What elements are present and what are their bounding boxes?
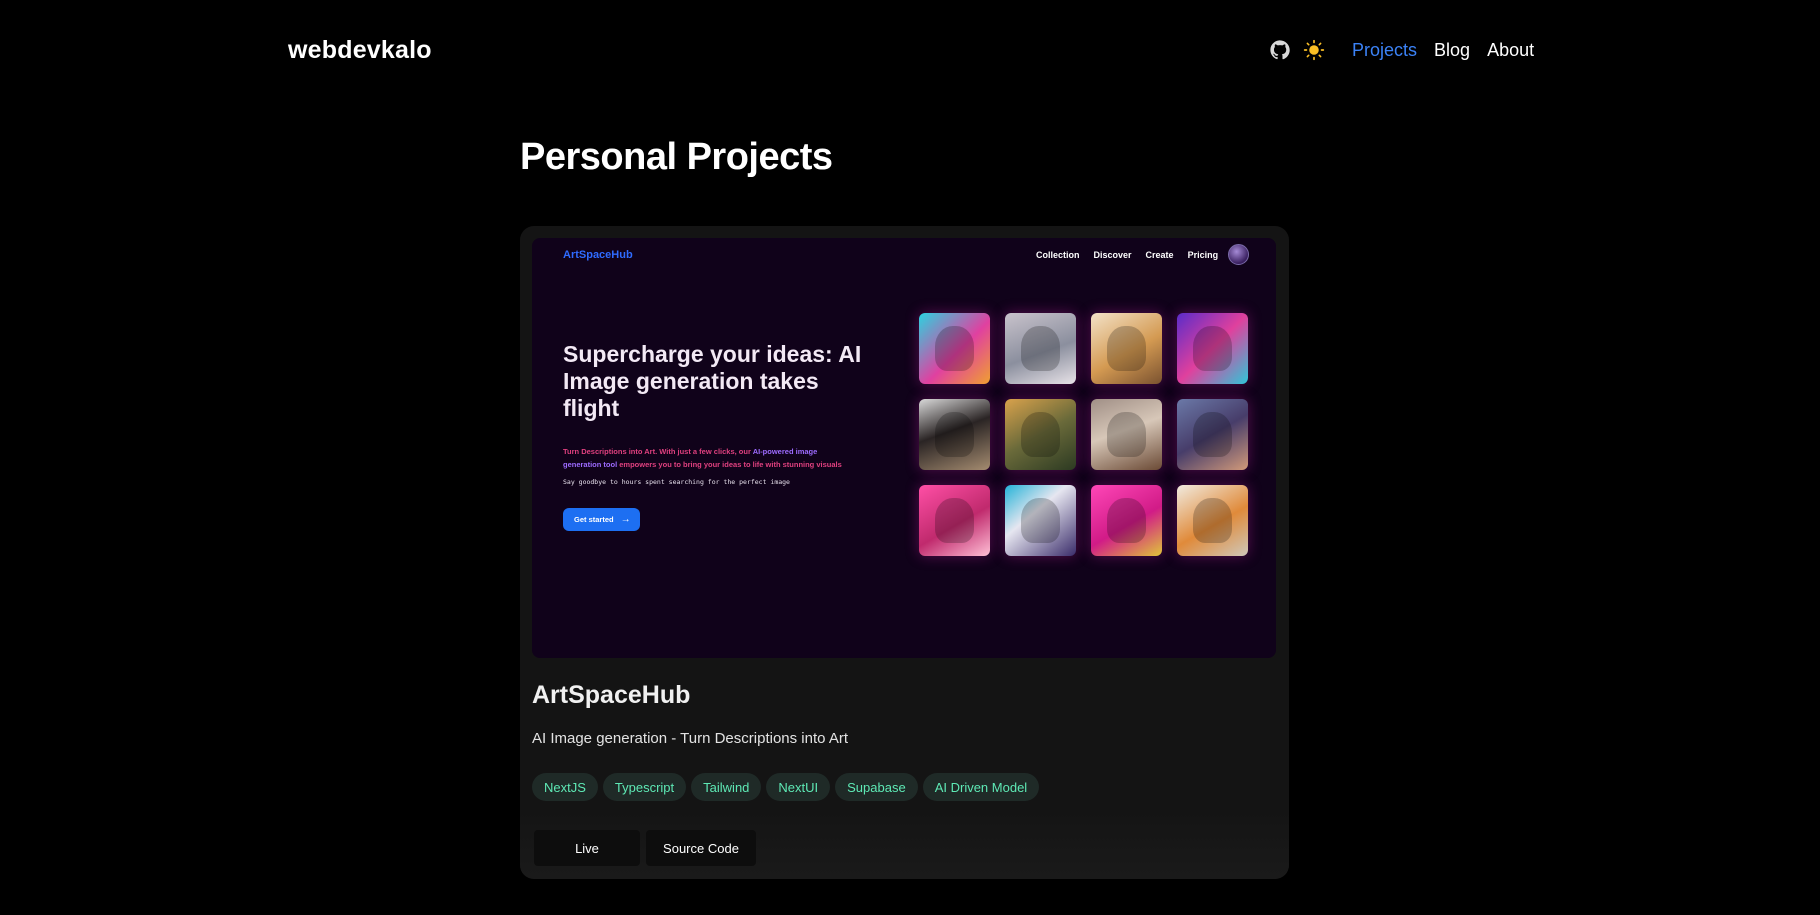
github-icon[interactable] (1268, 38, 1292, 62)
preview-nav-discover: Discover (1093, 250, 1132, 260)
preview-artwork-tile (919, 313, 990, 384)
preview-description: Turn Descriptions into Art. With just a … (563, 445, 853, 471)
preview-artwork-tile (919, 399, 990, 470)
project-preview-image: ArtSpaceHub Collection Discover Create P… (532, 238, 1276, 658)
preview-desc-part3: empowers you to bring your ideas to life… (617, 460, 842, 469)
preview-nav-collection: Collection (1036, 250, 1080, 260)
preview-nav-create: Create (1145, 250, 1174, 260)
sun-icon[interactable] (1302, 38, 1326, 62)
top-navbar: webdevkalo Projects Blog About (0, 0, 1820, 100)
nav-link-blog[interactable]: Blog (1434, 40, 1470, 61)
preview-cta-label: Get started (574, 515, 614, 524)
tag-tailwind: Tailwind (691, 773, 762, 801)
preview-hero-heading: Supercharge your ideas: AI Image generat… (563, 341, 862, 421)
site-logo[interactable]: webdevkalo (288, 36, 432, 65)
nav-link-about[interactable]: About (1487, 40, 1534, 61)
nav-links: Projects Blog About (1352, 40, 1551, 61)
live-button[interactable]: Live (534, 830, 640, 866)
preview-desc-part1: Turn Descriptions into Art. With just a … (563, 447, 753, 456)
preview-artwork-tile (1005, 399, 1076, 470)
github-icon-svg (1270, 40, 1290, 60)
preview-artwork-tile (1005, 485, 1076, 556)
tag-supabase: Supabase (835, 773, 918, 801)
sun-icon-svg (1303, 39, 1325, 61)
preview-nav-pricing: Pricing (1187, 250, 1219, 260)
tag-nextui: NextUI (766, 773, 831, 801)
preview-artwork-tile (1177, 313, 1248, 384)
tech-tags: NextJS Typescript Tailwind NextUI Supaba… (532, 773, 1044, 801)
nav-right: Projects Blog About (1268, 38, 1551, 62)
preview-get-started-button: Get started → (563, 508, 640, 531)
preview-artwork-tile (1005, 313, 1076, 384)
preview-artwork-tile (1091, 399, 1162, 470)
preview-image-grid (919, 313, 1248, 556)
project-title: ArtSpaceHub (532, 681, 691, 709)
preview-artwork-tile (1091, 485, 1162, 556)
arrow-right-icon: → (620, 514, 631, 525)
preview-avatar (1228, 244, 1249, 265)
project-description: AI Image generation - Turn Descriptions … (532, 730, 848, 747)
tag-typescript: Typescript (602, 773, 687, 801)
preview-logo: ArtSpaceHub (563, 249, 633, 261)
preview-tagline: Say goodbye to hours spent searching for… (563, 478, 790, 486)
preview-artwork-tile (1177, 399, 1248, 470)
preview-artwork-tile (919, 485, 990, 556)
source-code-button[interactable]: Source Code (646, 830, 756, 866)
project-actions: Live Source Code (534, 830, 762, 866)
nav-link-projects[interactable]: Projects (1352, 40, 1417, 61)
tag-nextjs: NextJS (532, 773, 598, 801)
preview-nav: Collection Discover Create Pricing (1036, 250, 1232, 260)
project-card: ArtSpaceHub Collection Discover Create P… (520, 226, 1289, 879)
preview-artwork-tile (1091, 313, 1162, 384)
tag-ai-driven-model: AI Driven Model (922, 773, 1040, 801)
page-title: Personal Projects (520, 136, 833, 178)
preview-artwork-tile (1177, 485, 1248, 556)
